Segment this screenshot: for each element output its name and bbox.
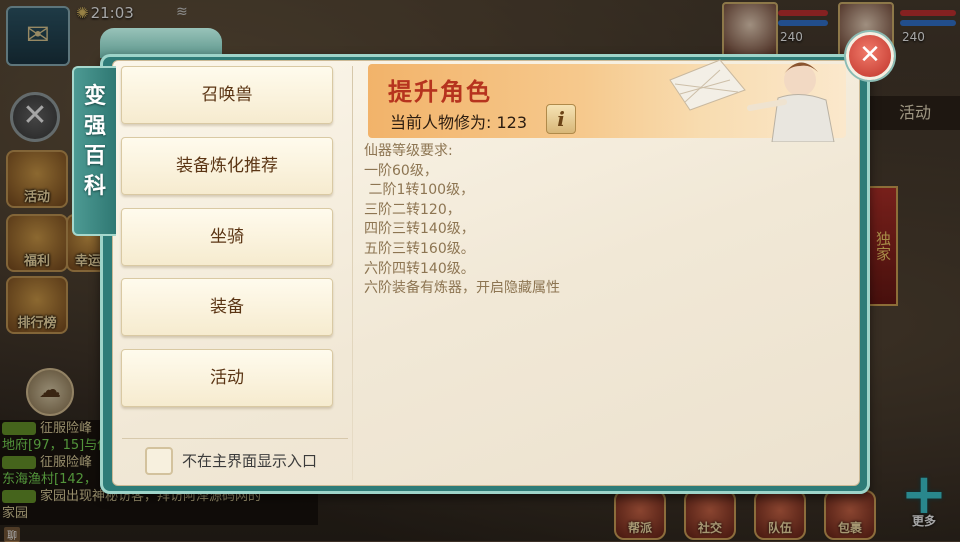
side-tab-title: 变强百科: [74, 82, 116, 202]
content-line: 四阶三转140级，: [364, 221, 475, 238]
menu-item-summoned-beast[interactable]: 召唤兽: [121, 66, 333, 124]
side-tab-char: 科: [83, 174, 106, 199]
content-line: 仙器等级要求:: [364, 143, 453, 159]
hide-entry-checkbox[interactable]: [145, 447, 173, 475]
guide-content: 仙器等级要求: 一阶60级， 二阶1转100级， 三阶二转120， 四阶三转14…: [364, 142, 834, 299]
menu-item-activity[interactable]: 活动: [121, 349, 333, 407]
side-tab-char: 强: [83, 114, 106, 139]
close-button[interactable]: ✕: [846, 32, 894, 80]
content-line: 六阶装备有炼器，开启隐藏属性: [364, 280, 560, 297]
side-tab: 变强百科: [72, 66, 116, 236]
menu-item-equipment-refine[interactable]: 装备炼化推荐: [121, 137, 333, 195]
hide-entry-label: 不在主界面显示入口: [182, 452, 318, 470]
hero-character-illustration: [669, 59, 835, 142]
content-line: 三阶二转120，: [364, 201, 461, 218]
side-tab-char: 变: [83, 84, 106, 109]
content-line: 五阶三转160级。: [364, 240, 475, 257]
cultivation-value: 当前人物修为: 123: [390, 113, 528, 132]
panel-divider: [352, 66, 353, 480]
info-icon[interactable]: i: [546, 104, 576, 134]
content-line: 六阶四转140级。: [364, 260, 475, 277]
menu-item-mount[interactable]: 坐骑: [121, 208, 333, 266]
content-line: 二阶1转100级，: [364, 182, 475, 199]
side-tab-char: 百: [83, 144, 106, 169]
banner-title: 提升角色: [388, 77, 492, 106]
content-line: 一阶60级，: [364, 162, 438, 179]
menu-item-equipment[interactable]: 装备: [121, 278, 333, 336]
menu-footer-divider: [122, 438, 348, 439]
